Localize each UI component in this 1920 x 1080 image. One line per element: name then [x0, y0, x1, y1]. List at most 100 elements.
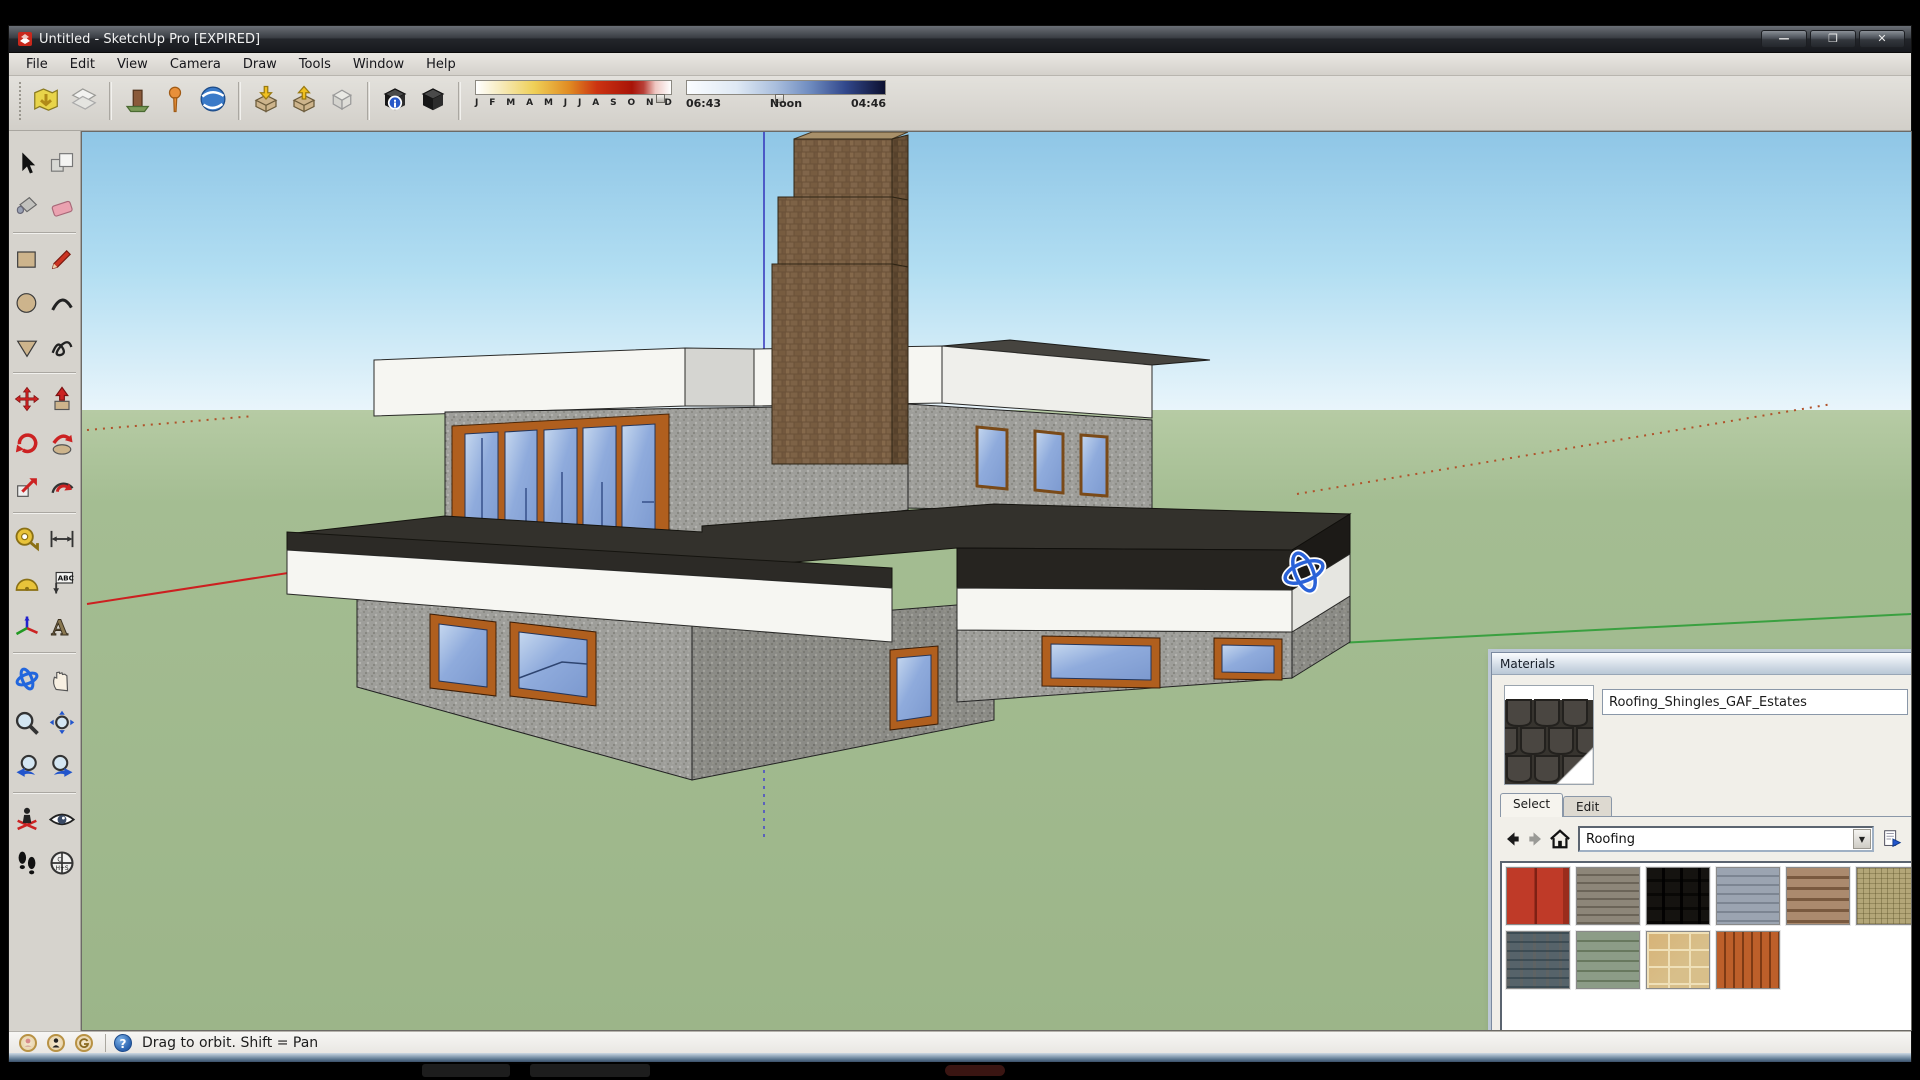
- photo-textures-button[interactable]: [156, 80, 194, 118]
- protractor-tool-button[interactable]: [11, 567, 43, 599]
- line-tool-button[interactable]: [46, 243, 78, 275]
- select-icon: [13, 149, 41, 177]
- scale-tool-button[interactable]: [11, 471, 43, 503]
- menu-view[interactable]: View: [106, 54, 159, 75]
- shadow-date-slider[interactable]: [475, 80, 672, 95]
- arc-tool-button[interactable]: [46, 287, 78, 319]
- material-swatch-brown-shingles[interactable]: [1786, 867, 1850, 925]
- menu-edit[interactable]: Edit: [59, 54, 106, 75]
- shadow-settings-button[interactable]: [376, 80, 414, 118]
- eraser-tool-button[interactable]: [46, 191, 78, 223]
- geolocation-status-icon[interactable]: [19, 1034, 37, 1052]
- text-tool-button[interactable]: ABC: [46, 567, 78, 599]
- material-swatch-blue-slate-shingles[interactable]: [1506, 931, 1570, 989]
- share-model-icon: [289, 84, 319, 114]
- material-swatch-yellow-roof-tiles[interactable]: [1646, 931, 1710, 989]
- video-control-shape: [530, 1064, 650, 1077]
- material-swatch-blue-gray-shingles[interactable]: [1716, 867, 1780, 925]
- video-control-shape: [945, 1065, 1005, 1076]
- toggle-terrain-button[interactable]: [65, 80, 103, 118]
- menu-tools[interactable]: Tools: [288, 54, 342, 75]
- component-box-button[interactable]: [323, 80, 361, 118]
- google-earth-icon: [198, 84, 228, 114]
- rectangle-tool-button[interactable]: [11, 243, 43, 275]
- toolbar-grip[interactable]: [19, 82, 23, 120]
- walk-tool-button[interactable]: [11, 847, 43, 879]
- minimize-button[interactable]: —: [1761, 30, 1807, 48]
- get-models-button[interactable]: [247, 80, 285, 118]
- select-tool-button[interactable]: [11, 147, 43, 179]
- month-label: J: [578, 98, 581, 108]
- materials-title-bar[interactable]: Materials ✕: [1492, 653, 1912, 675]
- restore-button[interactable]: ❐: [1810, 30, 1856, 48]
- zoom-next-tool-button[interactable]: [46, 751, 78, 783]
- push-pull-tool-button[interactable]: [46, 383, 78, 415]
- zoom-tool-button[interactable]: [11, 707, 43, 739]
- paint-bucket-tool-button[interactable]: [11, 191, 43, 223]
- shadow-toggle-button[interactable]: [414, 80, 452, 118]
- get-current-view-button[interactable]: [27, 80, 65, 118]
- menu-help[interactable]: Help: [415, 54, 467, 75]
- signin-status-icon[interactable]: [75, 1034, 93, 1052]
- forward-button[interactable]: [1524, 827, 1548, 851]
- share-model-button[interactable]: [285, 80, 323, 118]
- offset-tool-button[interactable]: [46, 471, 78, 503]
- look-around-tool-button[interactable]: [46, 803, 78, 835]
- orbit-tool-button[interactable]: [11, 663, 43, 695]
- window-bottom-edge: [9, 1053, 1911, 1062]
- details-button[interactable]: [1879, 826, 1905, 852]
- zoom-previous-tool-button[interactable]: [11, 751, 43, 783]
- title-bar[interactable]: Untitled - SketchUp Pro [EXPIRED] — ❐ ✕: [9, 26, 1911, 53]
- help-icon[interactable]: ?: [114, 1034, 132, 1052]
- axes-tool-button[interactable]: [11, 611, 43, 643]
- home-button[interactable]: [1548, 827, 1572, 851]
- materials-list[interactable]: ▲ ▼: [1500, 861, 1912, 1031]
- material-swatch-red-metal-roofing[interactable]: [1506, 867, 1570, 925]
- viewport-3d[interactable]: Materials ✕: [81, 131, 1912, 1031]
- move-icon: [13, 385, 41, 413]
- material-swatch-dark-slate-shingles[interactable]: [1646, 867, 1710, 925]
- menu-file[interactable]: File: [15, 54, 59, 75]
- back-button[interactable]: [1500, 827, 1524, 851]
- terrace-roof-front: [957, 548, 1292, 590]
- 3d-text-tool-button[interactable]: A: [46, 611, 78, 643]
- materials-panel[interactable]: Materials ✕: [1491, 652, 1912, 1031]
- tab-select[interactable]: Select: [1500, 793, 1563, 817]
- material-name-field[interactable]: [1602, 689, 1908, 715]
- time-end-label: 04:46: [851, 97, 886, 110]
- material-swatch-gray-asphalt-shingles[interactable]: [1576, 867, 1640, 925]
- menu-window[interactable]: Window: [342, 54, 415, 75]
- google-earth-button[interactable]: [194, 80, 232, 118]
- credits-status-icon[interactable]: [47, 1034, 65, 1052]
- dropdown-arrow-icon[interactable]: ▼: [1853, 829, 1871, 849]
- menu-camera[interactable]: Camera: [159, 54, 232, 75]
- move-tool-button[interactable]: [11, 383, 43, 415]
- shadow-time-slider[interactable]: [686, 80, 886, 95]
- upper-wall-right: [908, 404, 1152, 514]
- circle-tool-button[interactable]: [11, 287, 43, 319]
- rotate-tool-button[interactable]: [11, 427, 43, 459]
- material-swatch-tan-wood-shakes[interactable]: [1856, 867, 1912, 925]
- freehand-tool-button[interactable]: [46, 331, 78, 363]
- palette-row: [9, 421, 80, 465]
- tape-measure-tool-button[interactable]: [11, 523, 43, 555]
- place-model-button[interactable]: [118, 80, 156, 118]
- position-camera-tool-button[interactable]: [11, 803, 43, 835]
- menu-draw[interactable]: Draw: [232, 54, 288, 75]
- polygon-tool-button[interactable]: [11, 331, 43, 363]
- material-swatch-green-shingles[interactable]: [1576, 931, 1640, 989]
- section-plane-tool-button[interactable]: CH+S: [46, 847, 78, 879]
- zoom-extents-tool-button[interactable]: [46, 707, 78, 739]
- chimney-mid-front: [778, 197, 892, 264]
- follow-me-tool-button[interactable]: [46, 427, 78, 459]
- date-slider-thumb[interactable]: [656, 94, 665, 103]
- collection-dropdown[interactable]: Roofing ▼: [1578, 826, 1874, 852]
- dimension-tool-button[interactable]: [46, 523, 78, 555]
- tab-edit[interactable]: Edit: [1563, 796, 1612, 817]
- material-preview[interactable]: [1504, 685, 1594, 785]
- pan-tool-button[interactable]: [46, 663, 78, 695]
- material-swatch-orange-roof-tiles[interactable]: [1716, 931, 1780, 989]
- make-component-tool-button[interactable]: [46, 147, 78, 179]
- close-button[interactable]: ✕: [1859, 30, 1905, 48]
- main-toolbar: JFMAMJJASOND 06:43 Noon 04:46: [9, 76, 1911, 131]
